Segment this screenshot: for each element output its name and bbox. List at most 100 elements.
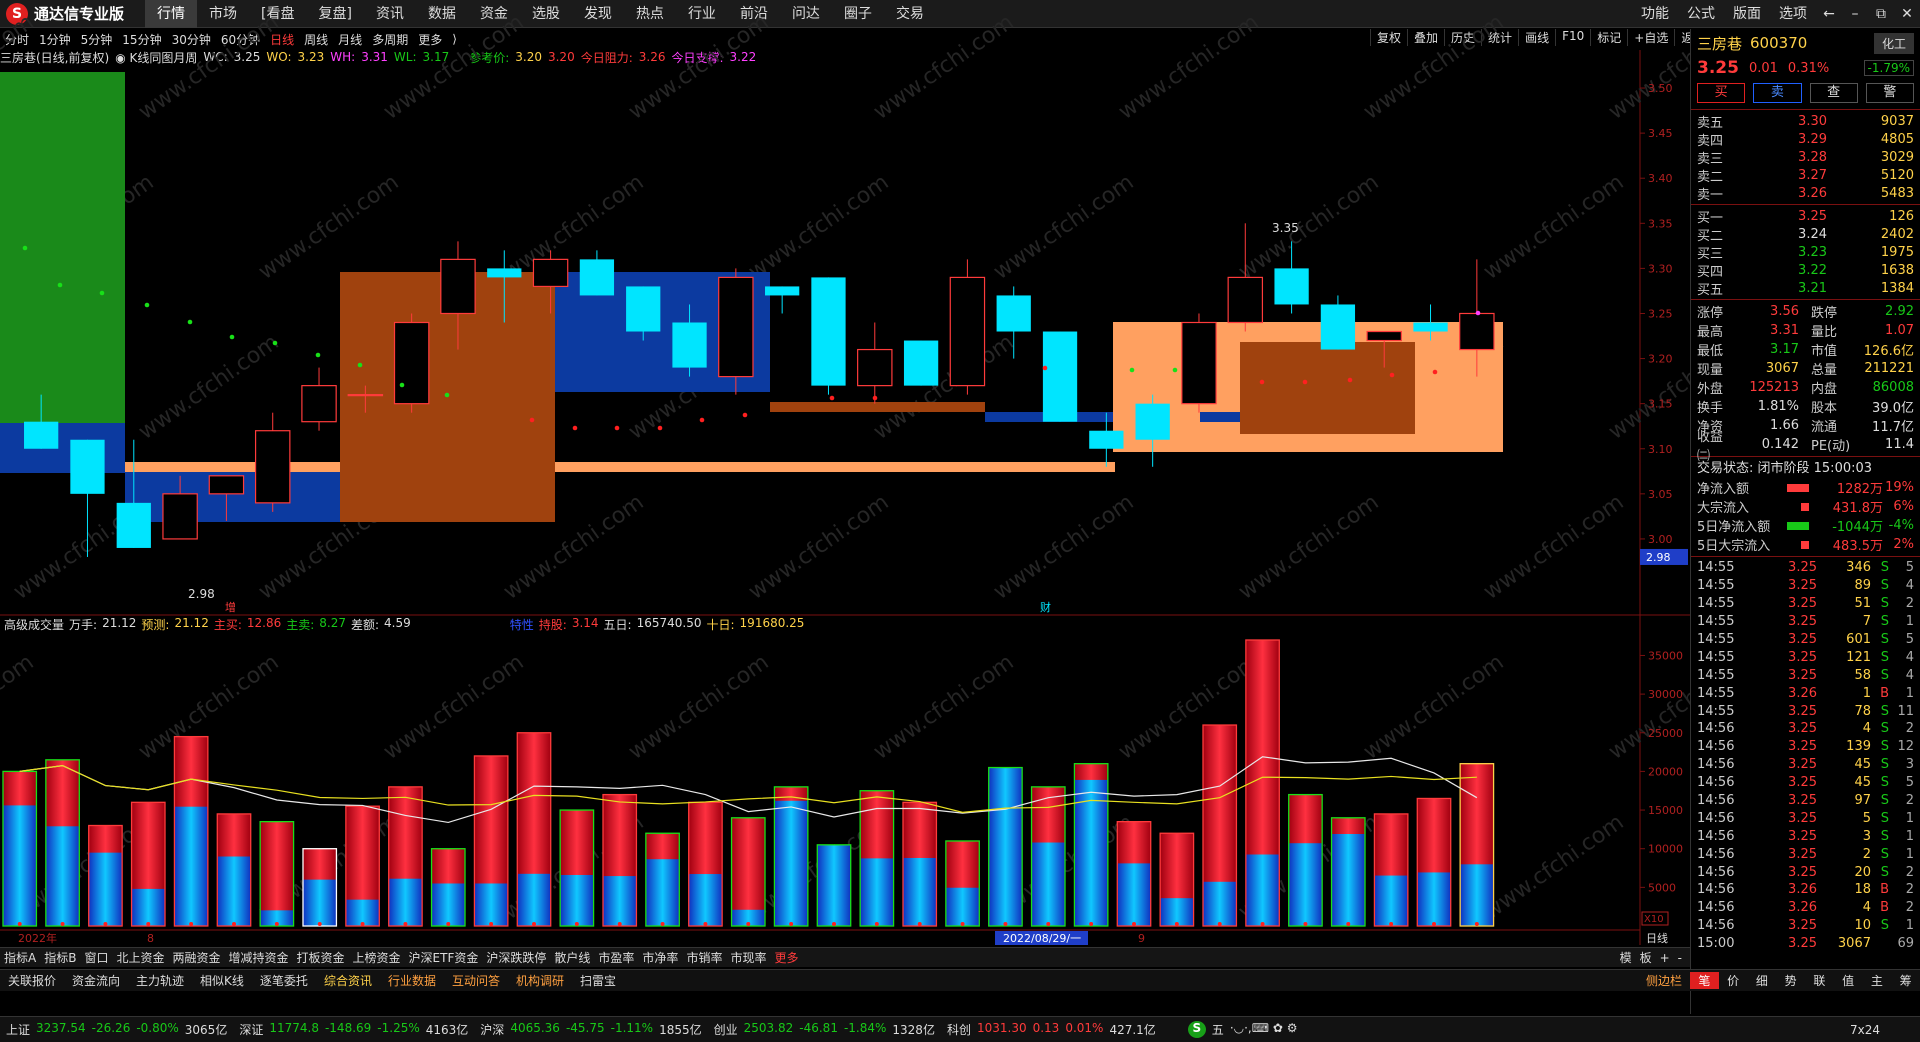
volume-bar-blue xyxy=(45,826,80,926)
indicator-tab-7[interactable]: 上榜资金 xyxy=(349,949,405,966)
menu-right-item-3[interactable]: 选项 xyxy=(1770,0,1816,28)
sidebar-toggle[interactable]: 侧边栏 xyxy=(1638,972,1690,989)
volume-bar-blue xyxy=(1160,898,1194,926)
sector-button[interactable]: 化工 xyxy=(1873,32,1914,54)
index-quote[interactable]: 深证 11774.8 -148.69 -1.25% 4163亿 xyxy=(233,1021,474,1038)
ime-toolbar[interactable]: S 五 ·◡·,⌨ ✿ ⚙ xyxy=(1182,1021,1304,1038)
volume-indicator-name[interactable]: 高级成交量 xyxy=(4,616,64,633)
tick-row: 14:56 3.25 45 S 5 xyxy=(1691,774,1920,792)
indicator-tab-8[interactable]: 沪深ETF资金 xyxy=(405,949,483,966)
ask-row[interactable]: 卖三 3.28 3029 xyxy=(1691,148,1920,167)
sell-button[interactable]: 卖 xyxy=(1753,83,1802,103)
quote-tab-0[interactable]: 笔 xyxy=(1690,972,1719,989)
indicator-tab-3[interactable]: 北上资金 xyxy=(112,949,168,966)
quote-tab-3[interactable]: 势 xyxy=(1776,972,1805,989)
bid-row[interactable]: 买三 3.23 1975 xyxy=(1691,243,1920,262)
alert-button[interactable]: 警 xyxy=(1865,83,1914,103)
wanshou-label: 万手: xyxy=(69,618,98,632)
tick-side: S xyxy=(1880,578,1889,594)
bid-volume: 1384 xyxy=(1880,280,1914,296)
news-clock-button[interactable]: 7x24 xyxy=(1850,1023,1880,1037)
ask-row[interactable]: 卖二 3.27 5120 xyxy=(1691,166,1920,185)
quote-tab-1[interactable]: 价 xyxy=(1719,972,1748,989)
quote-tab-5[interactable]: 值 xyxy=(1834,972,1863,989)
tick-row: 14:55 3.26 1 B 1 xyxy=(1691,684,1920,702)
info-tab-4[interactable]: 逐笔委托 xyxy=(252,972,316,989)
quote-tab-4[interactable]: 联 xyxy=(1805,972,1834,989)
bid-label: 买二 xyxy=(1697,228,1724,244)
info-tab-6[interactable]: 行业数据 xyxy=(380,972,444,989)
query-button[interactable]: 查 xyxy=(1809,83,1858,103)
back-icon[interactable]: ← xyxy=(1816,6,1842,22)
bid-row[interactable]: 买四 3.22 1638 xyxy=(1691,261,1920,280)
info-tab-2[interactable]: 主力轨迹 xyxy=(128,972,192,989)
quote-tab-7[interactable]: 筹 xyxy=(1891,972,1920,989)
signal-dot xyxy=(699,417,705,423)
bid-row[interactable]: 买二 3.24 2402 xyxy=(1691,225,1920,244)
indicator-tab-12[interactable]: 市净率 xyxy=(638,949,682,966)
indicator-tab-15[interactable]: 更多 xyxy=(770,949,802,966)
indicator-tab-5[interactable]: 增减持资金 xyxy=(225,949,293,966)
close-icon[interactable]: ✕ xyxy=(1894,6,1920,22)
index-quote[interactable]: 上证 3237.54 -26.26 -0.80% 3065亿 xyxy=(0,1021,233,1038)
buy-button[interactable]: 买 xyxy=(1697,83,1746,103)
bid-label: 买四 xyxy=(1697,264,1724,280)
indicator-tab-9[interactable]: 沪深跌跌停 xyxy=(482,949,550,966)
info-tab-0[interactable]: 关联报价 xyxy=(0,972,64,989)
template-tool-2[interactable]: + xyxy=(1656,951,1674,965)
stat-key: 内盘 xyxy=(1811,382,1838,397)
volume-bar-blue xyxy=(431,883,465,926)
menu-right-item-2[interactable]: 版面 xyxy=(1724,0,1770,28)
volume-bar-blue xyxy=(903,857,937,926)
kline-chart[interactable]: www.cfchi.com www.cfchi.com www.cfchi.com w… xyxy=(0,0,1690,960)
info-tab-8[interactable]: 机构调研 xyxy=(508,972,572,989)
zoom-badge-label: X10 xyxy=(1644,914,1664,925)
indicator-tab-1[interactable]: 指标B xyxy=(40,949,80,966)
bid-row[interactable]: 买五 3.21 1384 xyxy=(1691,279,1920,298)
indicator-tab-13[interactable]: 市销率 xyxy=(682,949,726,966)
signal-dot xyxy=(399,382,405,388)
template-tool-3[interactable]: - xyxy=(1674,951,1686,965)
indicator-tab-2[interactable]: 窗口 xyxy=(80,949,112,966)
index-quote[interactable]: 沪深 4065.36 -45.75 -1.11% 1855亿 xyxy=(474,1021,707,1038)
info-tab-5[interactable]: 综合资讯 xyxy=(316,972,380,989)
restore-icon[interactable]: ⧉ xyxy=(1868,6,1894,22)
info-tab-7[interactable]: 互动问答 xyxy=(444,972,508,989)
tick-row: 14:56 3.25 139 S 12 xyxy=(1691,738,1920,756)
diff-value: 4.59 xyxy=(384,616,411,630)
quote-tab-6[interactable]: 主 xyxy=(1863,972,1892,989)
ask-row[interactable]: 卖一 3.26 5483 xyxy=(1691,184,1920,203)
info-tab-9[interactable]: 扫雷宝 xyxy=(572,972,624,989)
indicator-tab-0[interactable]: 指标A xyxy=(0,949,40,966)
info-tab-3[interactable]: 相似K线 xyxy=(192,972,252,989)
ask-list: 卖五 3.30 9037 卖四 3.29 4805 卖三 3.28 3029 卖二 3.27 5120… xyxy=(1691,112,1920,203)
index-quote[interactable]: 科创 1031.30 0.13 0.01% 427.1亿 xyxy=(941,1021,1162,1038)
quote-tab-2[interactable]: 细 xyxy=(1748,972,1777,989)
info-tab-1[interactable]: 资金流向 xyxy=(64,972,128,989)
indicator-tab-11[interactable]: 市盈率 xyxy=(594,949,638,966)
ask-row[interactable]: 卖五 3.30 9037 xyxy=(1691,112,1920,131)
tick-volume: 78 xyxy=(1854,703,1871,719)
template-tool-1[interactable]: 板 xyxy=(1636,951,1656,965)
stats-table: 涨停 3.56 跌停 2.92 最高 3.31 量比 1.07 最低 3.17 市值 126.6亿 现量… xyxy=(1691,302,1920,464)
ask-volume: 4805 xyxy=(1880,131,1914,147)
index-quote[interactable]: 创业 2503.82 -46.81 -1.84% 1328亿 xyxy=(708,1021,941,1038)
tick-time: 14:55 xyxy=(1697,578,1735,594)
tick-row: 14:56 3.25 20 S 2 xyxy=(1691,863,1920,881)
template-tool-0[interactable]: 模 xyxy=(1616,951,1636,965)
indicator-tab-6[interactable]: 打板资金 xyxy=(293,949,349,966)
tick-price: 3.25 xyxy=(1788,560,1817,576)
candle-body xyxy=(718,276,754,378)
indicator-tab-14[interactable]: 市现率 xyxy=(726,949,770,966)
ask-row[interactable]: 卖四 3.29 4805 xyxy=(1691,130,1920,149)
tick-row: 14:55 3.25 89 S 4 xyxy=(1691,577,1920,595)
volume-dot xyxy=(1474,922,1479,926)
bid-row[interactable]: 买一 3.25 126 xyxy=(1691,207,1920,226)
volume-bar-blue xyxy=(603,876,637,926)
indicator-tab-4[interactable]: 两融资金 xyxy=(168,949,224,966)
minimize-icon[interactable]: – xyxy=(1842,6,1868,22)
volume-bar-blue xyxy=(988,767,1023,926)
signal-dot xyxy=(272,340,278,346)
indicator-tab-10[interactable]: 散户线 xyxy=(550,949,594,966)
tick-time: 14:56 xyxy=(1697,775,1735,791)
